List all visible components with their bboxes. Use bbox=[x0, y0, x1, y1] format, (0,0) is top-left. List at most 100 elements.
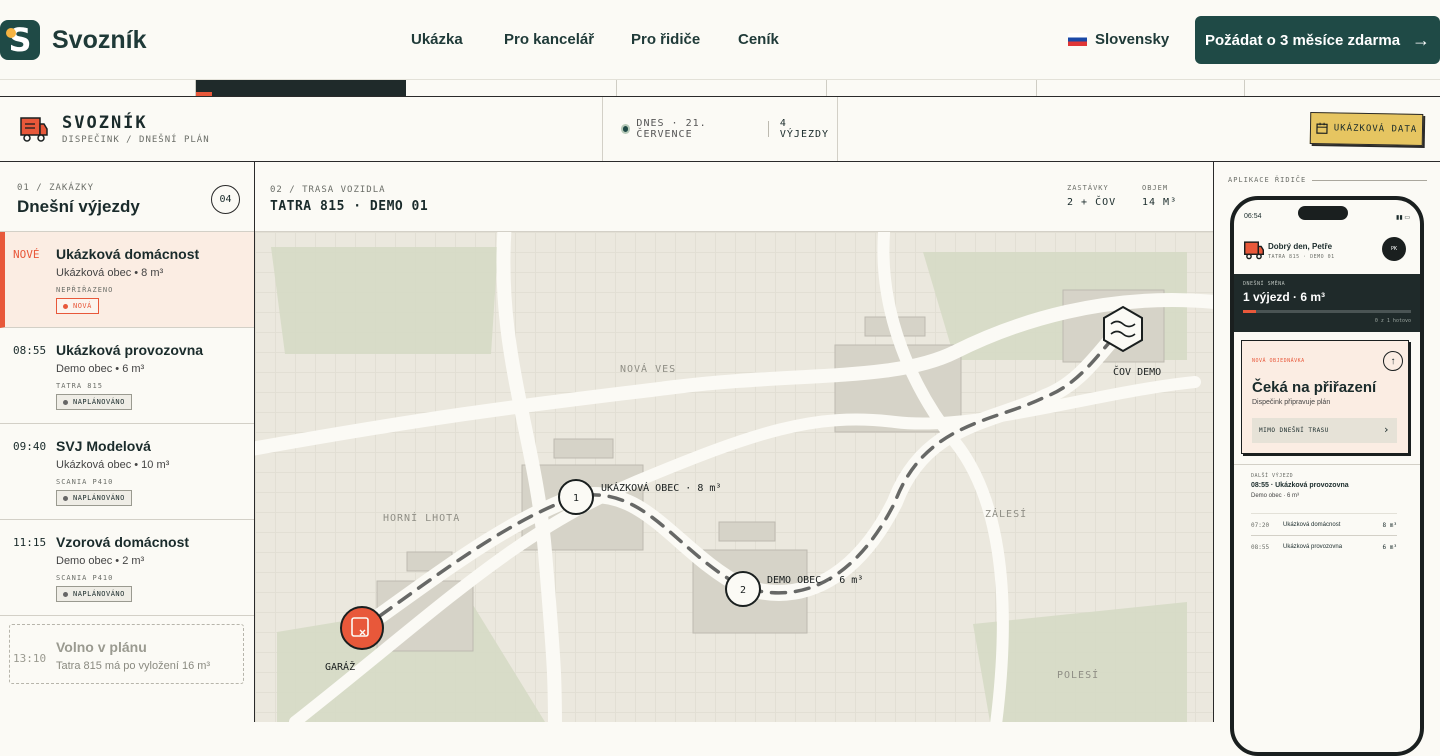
demo-data-button[interactable]: UKÁZKOVÁ DATA bbox=[1310, 112, 1424, 146]
status-trips: 4 VÝJEZDY bbox=[780, 118, 837, 140]
status-badge: NOVÁ bbox=[56, 298, 99, 314]
route-kicker: 02 / TRASA VOZIDLA bbox=[270, 185, 386, 195]
status-badge: NAPLÁNOVÁNO bbox=[56, 394, 132, 410]
order-vehicle: SCANIA P410 bbox=[56, 478, 113, 486]
order-item[interactable]: NOVÉ Ukázková domácnost Ukázková obec • … bbox=[0, 232, 254, 328]
slovak-flag-icon bbox=[1068, 33, 1087, 46]
phone-header: Dobrý den, Petře TATRA 815 · DEMO 01 PK bbox=[1234, 232, 1420, 272]
demo-data-label: UKÁZKOVÁ DATA bbox=[1334, 123, 1418, 134]
free-slot-time: 13:10 bbox=[13, 652, 46, 665]
next-trip-sub: Demo obec · 6 m³ bbox=[1251, 493, 1299, 499]
shift-progress-bar bbox=[1243, 310, 1411, 313]
order-meta: Demo obec • 6 m³ bbox=[56, 363, 144, 375]
status-badge: NAPLÁNOVÁNO bbox=[56, 586, 132, 602]
list-item[interactable]: 08:55 Ukázková provozovna 6 m³ bbox=[1251, 535, 1397, 557]
next-trip-title: 08:55 · Ukázková provozovna bbox=[1251, 482, 1349, 489]
plant-label: ČOV DEMO bbox=[1113, 365, 1161, 378]
order-name: Vzorová domácnost bbox=[56, 534, 189, 550]
preview-tabstrip bbox=[195, 80, 1245, 96]
driver-vehicle: TATRA 815 · DEMO 01 bbox=[1268, 254, 1335, 260]
off-route-button[interactable]: MIMO DNEŠNÍ TRASU › bbox=[1252, 418, 1397, 443]
phone-time: 06:54 bbox=[1244, 213, 1262, 220]
area-label: POLESÍ bbox=[1057, 668, 1099, 681]
orders-kicker: 01 / ZAKÁZKY bbox=[17, 183, 94, 193]
app-header: SVOZNÍK DISPEČINK / DNEŠNÍ PLÁN DNES · 2… bbox=[0, 97, 1440, 162]
nav-link-demo[interactable]: Ukázka bbox=[411, 31, 463, 48]
free-slot-sub: Tatra 815 má po vyložení 16 m³ bbox=[56, 660, 210, 672]
order-time: 11:15 bbox=[13, 536, 46, 549]
truck-icon bbox=[20, 115, 48, 143]
next-trip-section: DALŠÍ VÝJEZD 08:55 · Ukázková provozovna… bbox=[1234, 464, 1420, 465]
dispatch-app: SVOZNÍK DISPEČINK / DNEŠNÍ PLÁN DNES · 2… bbox=[0, 96, 1440, 720]
order-item[interactable]: 11:15 Vzorová domácnost Demo obec • 2 m³… bbox=[0, 520, 254, 616]
nav-link-pricing[interactable]: Ceník bbox=[738, 31, 779, 48]
signal-battery-icon: ▮▮ ▭ bbox=[1396, 214, 1410, 221]
stop-label: UKÁZKOVÁ OBEC · 8 m³ bbox=[601, 481, 721, 494]
order-time: 08:55 bbox=[13, 344, 46, 357]
garage-label: GARÁŽ bbox=[325, 660, 355, 673]
area-label: NOVÁ VES bbox=[620, 362, 676, 375]
arrow-right-icon: → bbox=[1412, 30, 1430, 51]
order-vehicle: NEPŘIŘAZENO bbox=[56, 286, 113, 294]
card-subtitle: Dispečink připravuje plán bbox=[1252, 399, 1330, 406]
order-vehicle: SCANIA P410 bbox=[56, 574, 113, 582]
orders-header: 01 / ZAKÁZKY Dnešní výjezdy 04 bbox=[0, 162, 254, 232]
route-map[interactable]: NOVÁ VES HORNÍ LHOTA ZÁLESÍ POLESÍ 1 UKÁ… bbox=[255, 232, 1213, 722]
nav-link-drivers[interactable]: Pro řidiče bbox=[631, 31, 700, 48]
order-meta: Ukázková obec • 10 m³ bbox=[56, 459, 169, 471]
shift-summary: DNEŠNÍ SMĚNA 1 výjezd · 6 m³ 0 z 1 hotov… bbox=[1234, 274, 1420, 332]
driver-app-kicker: APLIKACE ŘIDIČE bbox=[1228, 176, 1306, 184]
language-label: Slovensky bbox=[1095, 31, 1169, 48]
shift-value: 1 výjezd · 6 m³ bbox=[1243, 290, 1325, 304]
language-selector[interactable]: Slovensky bbox=[1068, 31, 1169, 48]
stop-label: DEMO OBEC · 6 m³ bbox=[767, 575, 863, 586]
card-kicker: NOVÁ OBJEDNÁVKA bbox=[1252, 358, 1305, 364]
order-name: Ukázková domácnost bbox=[56, 246, 199, 262]
order-name: SVJ Modelová bbox=[56, 438, 151, 454]
order-time: 09:40 bbox=[13, 440, 46, 453]
avatar[interactable]: PK bbox=[1382, 237, 1406, 261]
shift-meta: 0 z 1 hotovo bbox=[1375, 318, 1411, 324]
order-meta: Demo obec • 2 m³ bbox=[56, 555, 144, 567]
nav-link-office[interactable]: Pro kancelář bbox=[504, 31, 594, 48]
truck-icon bbox=[1244, 240, 1264, 260]
top-nav: S Svozník Ukázka Pro kancelář Pro řidiče… bbox=[0, 0, 1440, 80]
phone-notch bbox=[1298, 206, 1348, 220]
phone-mockup: 06:54 ▮▮ ▭ Dobrý den, Petře TATRA 815 · … bbox=[1230, 196, 1424, 756]
driver-greeting: Dobrý den, Petře bbox=[1268, 242, 1332, 251]
next-trip-label: DALŠÍ VÝJEZD bbox=[1251, 473, 1293, 479]
trial-cta-button[interactable]: Požádat o 3 měsíce zdarma → bbox=[1195, 16, 1440, 64]
shift-label: DNEŠNÍ SMĚNA bbox=[1243, 281, 1285, 287]
free-slot[interactable]: 13:10 Volno v plánu Tatra 815 má po vylo… bbox=[9, 624, 244, 684]
driver-app-panel: APLIKACE ŘIDIČE 06:54 ▮▮ ▭ Dobrý den, Pe… bbox=[1213, 162, 1440, 722]
cta-label: Požádat o 3 měsíce zdarma bbox=[1205, 32, 1400, 49]
active-tab-indicator bbox=[196, 80, 406, 96]
order-item[interactable]: 09:40 SVJ Modelová Ukázková obec • 10 m³… bbox=[0, 424, 254, 520]
new-order-card[interactable]: NOVÁ OBJEDNÁVKA ↑ Čeká na přiřazení Disp… bbox=[1241, 340, 1409, 454]
status-badge: NAPLÁNOVÁNO bbox=[56, 490, 132, 506]
brand-name[interactable]: Svozník bbox=[52, 26, 146, 55]
area-label: HORNÍ LHOTA bbox=[383, 511, 460, 524]
arrow-up-icon[interactable]: ↑ bbox=[1383, 351, 1403, 371]
calendar-icon bbox=[1316, 122, 1328, 134]
stops-stat: ZASTÁVKY2 + ČOV bbox=[1067, 184, 1116, 208]
order-name: Ukázková provozovna bbox=[56, 342, 203, 358]
status-date: DNES · 21. ČERVENCE bbox=[636, 118, 757, 140]
order-time: NOVÉ bbox=[13, 248, 40, 261]
card-title: Čeká na přiřazení bbox=[1252, 379, 1376, 396]
route-header: 02 / TRASA VOZIDLA TATRA 815 · DEMO 01 Z… bbox=[255, 162, 1213, 232]
logo-icon[interactable]: S bbox=[0, 20, 40, 60]
orders-panel: 01 / ZAKÁZKY Dnešní výjezdy 04 NOVÉ Ukáz… bbox=[0, 162, 255, 722]
live-indicator-icon bbox=[621, 124, 630, 134]
order-meta: Ukázková obec • 8 m³ bbox=[56, 267, 163, 279]
status-bar: DNES · 21. ČERVENCE 4 VÝJEZDY bbox=[602, 97, 838, 161]
stop-number: 1 bbox=[573, 493, 579, 504]
app-subtitle: DISPEČINK / DNEŠNÍ PLÁN bbox=[62, 135, 210, 145]
orders-count-badge: 04 bbox=[211, 185, 240, 214]
order-item[interactable]: 08:55 Ukázková provozovna Demo obec • 6 … bbox=[0, 328, 254, 424]
list-item[interactable]: 07:20 Ukázková domácnost 8 m³ bbox=[1251, 513, 1397, 535]
stop-number: 2 bbox=[740, 585, 746, 596]
route-vehicle: TATRA 815 · DEMO 01 bbox=[270, 199, 428, 214]
area-label: ZÁLESÍ bbox=[985, 507, 1027, 520]
volume-stat: OBJEM14 M³ bbox=[1142, 184, 1177, 208]
